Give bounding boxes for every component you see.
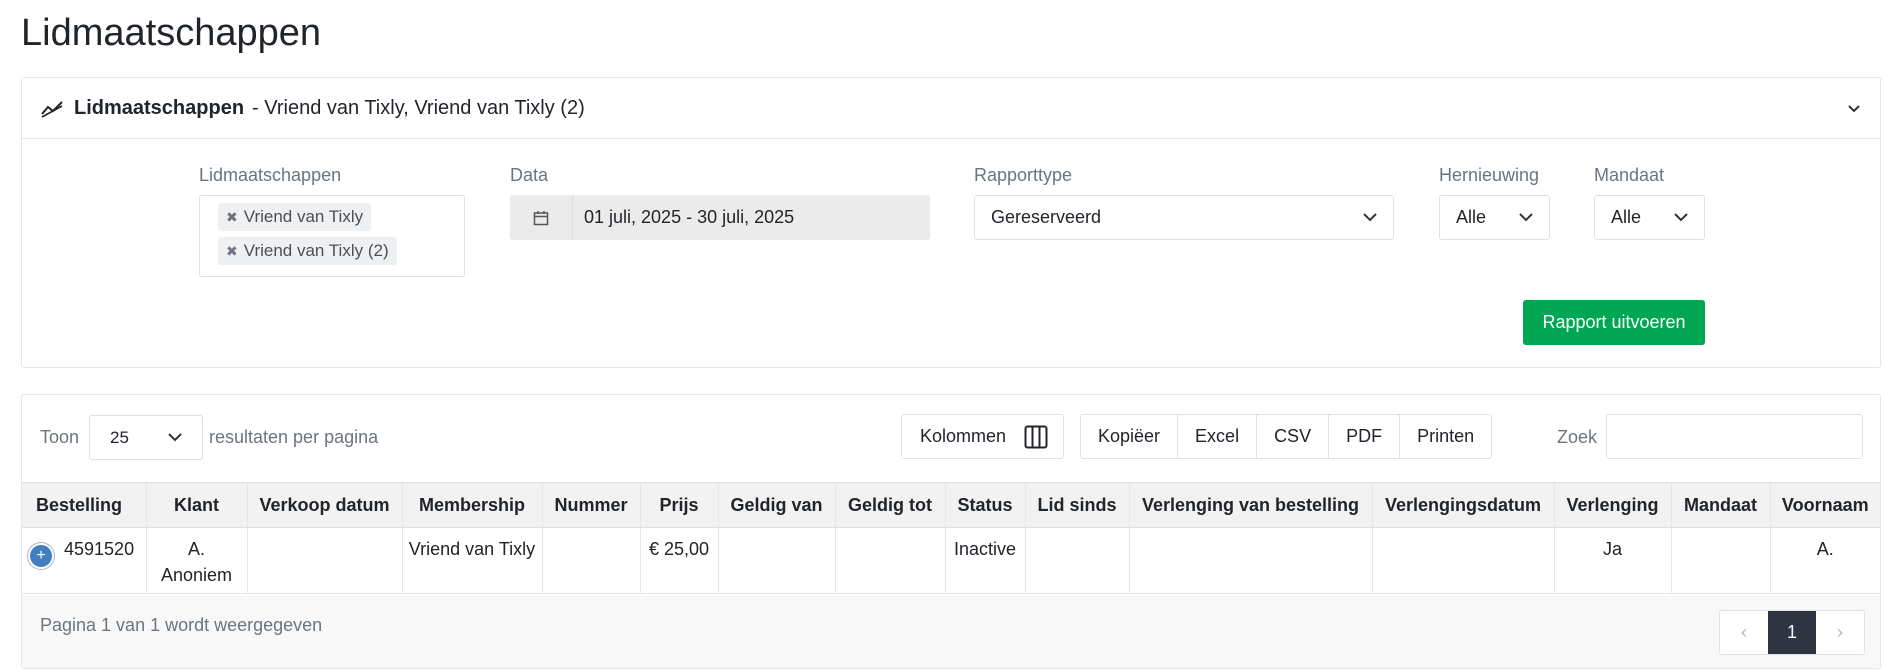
csv-button[interactable]: CSV: [1257, 415, 1330, 458]
date-label: Data: [510, 165, 549, 185]
cell-bestelling: +4591520: [22, 527, 147, 594]
table-header-row: Bestelling Klant Verkoop datum Membershi…: [22, 482, 1880, 528]
page-title: Lidmaatschappen: [21, 12, 321, 54]
cell-nummer: [542, 527, 641, 594]
memberships-label: Lidmaatschappen: [199, 165, 342, 185]
results-panel: Toon 25 resultaten per pagina Kolommen K…: [21, 394, 1881, 669]
show-label: Toon: [40, 427, 80, 447]
remove-tag-icon[interactable]: ✖: [226, 209, 238, 226]
filter-panel-header[interactable]: Lidmaatschappen - Vriend van Tixly, Vrie…: [22, 78, 1880, 139]
table-row: +4591520 A. Anoniem Vriend van Tixly € 2…: [22, 527, 1880, 594]
date-range-picker[interactable]: 01 juli, 2025 - 30 juli, 2025: [510, 195, 930, 240]
cell-verlengingsdatum: [1372, 527, 1555, 594]
search-input[interactable]: [1606, 414, 1863, 459]
column-header-lid-sinds[interactable]: Lid sinds: [1025, 482, 1130, 528]
columns-button[interactable]: Kolommen: [901, 414, 1064, 459]
pagination-page-button[interactable]: 1: [1768, 611, 1816, 654]
excel-button[interactable]: Excel: [1178, 415, 1258, 458]
renewal-value: Alle: [1456, 207, 1487, 227]
renewal-select[interactable]: Alle: [1439, 195, 1550, 240]
cell-verlenging: Ja: [1554, 527, 1672, 594]
cell-voornaam: A.: [1770, 527, 1880, 594]
cell-verkoop-datum: [247, 527, 403, 594]
cell-prijs: € 25,00: [640, 527, 719, 594]
membership-tag[interactable]: ✖ Vriend van Tixly: [218, 203, 372, 231]
column-header-membership[interactable]: Membership: [402, 482, 543, 528]
pdf-button[interactable]: PDF: [1329, 415, 1401, 458]
mandate-select[interactable]: Alle: [1594, 195, 1705, 240]
cell-geldig-tot: [835, 527, 946, 594]
remove-tag-icon[interactable]: ✖: [226, 243, 238, 260]
mandate-label: Mandaat: [1594, 165, 1665, 185]
cell-geldig-van: [718, 527, 836, 594]
pagination-next-button[interactable]: ›: [1816, 611, 1864, 654]
expand-row-icon[interactable]: +: [28, 543, 54, 570]
print-button[interactable]: Printen: [1400, 415, 1491, 458]
memberships-multiselect[interactable]: ✖ Vriend van Tixly ✖ Vriend van Tixly (2): [199, 195, 465, 277]
mandate-value: Alle: [1611, 207, 1642, 227]
trend-chart-icon: [40, 98, 64, 118]
filter-panel: Lidmaatschappen - Vriend van Tixly, Vrie…: [21, 77, 1881, 368]
column-header-verkoop-datum[interactable]: Verkoop datum: [247, 482, 403, 528]
column-header-geldig-van[interactable]: Geldig van: [718, 482, 836, 528]
column-header-status[interactable]: Status: [945, 482, 1026, 528]
column-header-geldig-tot[interactable]: Geldig tot: [835, 482, 946, 528]
renewal-label: Hernieuwing: [1439, 165, 1540, 185]
column-header-mandaat[interactable]: Mandaat: [1671, 482, 1771, 528]
search-label: Zoek: [1557, 427, 1598, 447]
column-header-prijs[interactable]: Prijs: [640, 482, 719, 528]
page-size-select[interactable]: 25: [89, 415, 203, 460]
chevron-down-icon: [168, 433, 182, 442]
column-header-bestelling[interactable]: Bestelling: [22, 482, 147, 528]
chevron-down-icon: [1519, 213, 1533, 222]
filter-panel-title: Lidmaatschappen: [74, 96, 245, 119]
per-page-label: resultaten per pagina: [209, 427, 379, 447]
cell-lid-sinds: [1025, 527, 1130, 594]
report-type-label: Rapporttype: [974, 165, 1073, 185]
date-range-value: 01 juli, 2025 - 30 juli, 2025: [584, 207, 795, 227]
chevron-down-icon: [1363, 213, 1377, 222]
column-header-voornaam[interactable]: Voornaam: [1770, 482, 1880, 528]
column-header-verlengingsdatum[interactable]: Verlengingsdatum: [1372, 482, 1555, 528]
chevron-down-icon[interactable]: [1846, 100, 1862, 116]
results-table: Bestelling Klant Verkoop datum Membershi…: [22, 482, 1880, 594]
table-footer: Pagina 1 van 1 wordt weergegeven ‹ 1 ›: [22, 595, 1880, 668]
cell-membership: Vriend van Tixly: [402, 527, 543, 594]
export-button-group: Kopiëer Excel CSV PDF Printen: [1080, 414, 1493, 459]
page-size-value: 25: [110, 427, 129, 447]
report-type-select[interactable]: Gereserveerd: [974, 195, 1394, 240]
column-header-verlenging[interactable]: Verlenging: [1554, 482, 1672, 528]
cell-klant: A. Anoniem: [146, 527, 248, 594]
membership-tag[interactable]: ✖ Vriend van Tixly (2): [218, 237, 397, 265]
pagination: ‹ 1 ›: [1719, 610, 1865, 655]
column-header-verlenging-van-bestelling[interactable]: Verlenging van bestelling: [1129, 482, 1373, 528]
cell-mandaat: [1671, 527, 1771, 594]
report-type-value: Gereserveerd: [991, 207, 1102, 227]
pagination-prev-button[interactable]: ‹: [1720, 611, 1768, 654]
columns-icon: [1024, 425, 1048, 449]
cell-verlenging-van-bestelling: [1129, 527, 1373, 594]
column-header-klant[interactable]: Klant: [146, 482, 248, 528]
chevron-down-icon: [1674, 213, 1688, 222]
calendar-icon[interactable]: [510, 195, 573, 240]
pagination-info: Pagina 1 van 1 wordt weergegeven: [40, 615, 323, 635]
run-report-button[interactable]: Rapport uitvoeren: [1523, 300, 1705, 345]
copy-button[interactable]: Kopiëer: [1081, 415, 1179, 458]
cell-status: Inactive: [945, 527, 1026, 594]
filter-panel-subtitle: - Vriend van Tixly, Vriend van Tixly (2): [252, 96, 585, 119]
column-header-nummer[interactable]: Nummer: [542, 482, 641, 528]
